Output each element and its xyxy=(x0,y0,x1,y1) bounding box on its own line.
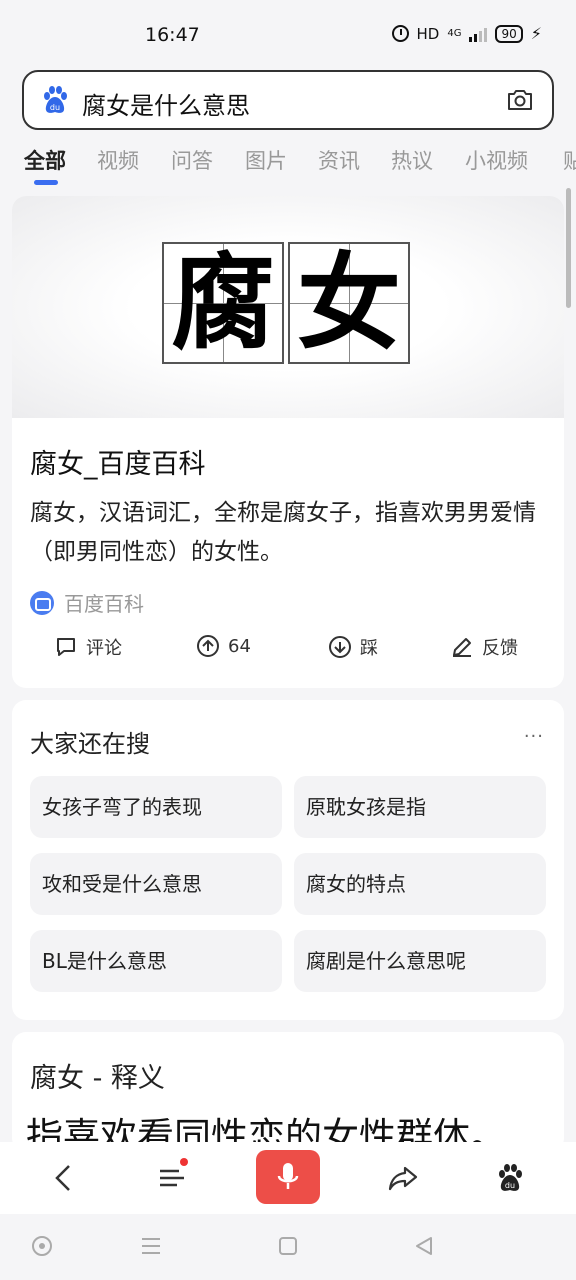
feedback-label: 反馈 xyxy=(482,638,518,659)
hero-char-2: 女 xyxy=(296,242,401,364)
char-box-2: 女 xyxy=(288,242,410,364)
related-title: 大家还在搜 xyxy=(30,730,150,758)
status-time: 16:47 xyxy=(145,24,200,46)
upvote-icon xyxy=(197,635,219,657)
baidu-home-button[interactable]: du xyxy=(488,1156,532,1200)
chevron-left-icon xyxy=(55,1165,70,1191)
back-button[interactable] xyxy=(42,1156,86,1200)
svg-text:du: du xyxy=(505,1181,515,1190)
recents-nav-button[interactable] xyxy=(139,1234,163,1258)
bottom-toolbar: du xyxy=(0,1142,576,1214)
microphone-icon xyxy=(277,1163,299,1189)
baike-card[interactable]: 腐 女 腐女_百度百科 腐女，汉语词汇，全称是腐女子，指喜欢男男爱情（即男同性恋… xyxy=(12,196,564,688)
definition-title: 腐女 - 释义 xyxy=(30,1063,165,1094)
assistant-nav-button[interactable] xyxy=(30,1234,54,1258)
downvote-label: 踩 xyxy=(360,638,378,659)
related-searches-card: 大家还在搜 ··· 女孩子弯了的表现 原耽女孩是指 攻和受是什么意思 腐女的特点… xyxy=(12,700,564,1020)
baike-source[interactable]: 百度百科 xyxy=(30,588,144,617)
tab-qa[interactable]: 问答 xyxy=(171,145,213,175)
definition-card[interactable]: 腐女 - 释义 指喜欢看同性恋的女性群体。 xyxy=(12,1032,564,1152)
hd-label: HD xyxy=(416,24,440,43)
baike-logo-icon xyxy=(30,590,54,615)
voice-search-button[interactable] xyxy=(256,1150,320,1204)
related-item[interactable]: 原耽女孩是指 xyxy=(294,776,546,838)
menu-button[interactable] xyxy=(150,1156,194,1200)
system-nav-bar xyxy=(0,1214,576,1280)
feedback-button[interactable]: 反馈 xyxy=(450,634,518,660)
share-icon xyxy=(388,1166,418,1191)
edit-icon xyxy=(453,638,471,657)
search-query[interactable]: 腐女是什么意思 xyxy=(82,86,250,121)
card-actions: 评论 64 踩 反馈 xyxy=(12,630,564,670)
baidu-paw-icon: du xyxy=(499,1164,522,1191)
share-button[interactable] xyxy=(381,1156,425,1200)
back-nav-button[interactable] xyxy=(412,1234,436,1258)
baike-description: 腐女，汉语词汇，全称是腐女子，指喜欢男男爱情（即男同性恋）的女性。 xyxy=(30,500,536,565)
status-bar: 16:47 HD 4G 90 ⚡ xyxy=(0,0,576,70)
home-nav-button[interactable] xyxy=(276,1234,300,1258)
signal-icon xyxy=(469,26,488,42)
baike-hero-image: 腐 女 xyxy=(12,196,564,418)
assistant-icon xyxy=(32,1236,52,1256)
camera-icon[interactable] xyxy=(506,88,534,112)
related-item[interactable]: BL是什么意思 xyxy=(30,930,282,992)
recents-icon xyxy=(142,1238,160,1254)
comment-icon xyxy=(57,638,75,656)
tab-tieba[interactable]: 贴 xyxy=(563,145,576,175)
tab-video[interactable]: 视频 xyxy=(97,145,139,175)
source-label: 百度百科 xyxy=(64,592,144,616)
back-triangle-icon xyxy=(416,1237,432,1255)
network-label: 4G xyxy=(447,27,462,39)
scrollbar[interactable] xyxy=(566,188,571,308)
tab-news[interactable]: 资讯 xyxy=(318,145,360,175)
menu-icon xyxy=(160,1169,184,1187)
tab-short-video[interactable]: 小视频 xyxy=(465,145,528,175)
status-icons: HD 4G 90 ⚡ xyxy=(391,24,542,43)
downvote-button[interactable]: 踩 xyxy=(328,634,378,660)
result-tabs: 全部 视频 问答 图片 资讯 热议 小视频 贴 xyxy=(0,140,576,190)
battery-icon: 90 xyxy=(495,24,523,43)
downvote-icon xyxy=(329,636,351,658)
notification-dot xyxy=(180,1158,188,1166)
baike-title[interactable]: 腐女_百度百科 xyxy=(30,442,206,481)
search-box[interactable]: du 腐女是什么意思 xyxy=(22,70,554,130)
baidu-paw-icon: du xyxy=(44,86,67,113)
hero-char-1: 腐 xyxy=(170,242,275,364)
upvote-count: 64 xyxy=(228,635,251,657)
related-item[interactable]: 攻和受是什么意思 xyxy=(30,853,282,915)
comment-button[interactable]: 评论 xyxy=(54,634,122,660)
char-box-1: 腐 xyxy=(162,242,284,364)
home-icon xyxy=(279,1237,297,1255)
tab-images[interactable]: 图片 xyxy=(245,145,287,175)
upvote-button[interactable]: 64 xyxy=(196,634,251,658)
alarm-icon xyxy=(391,25,409,42)
more-options-icon[interactable]: ··· xyxy=(524,726,544,747)
svg-text:du: du xyxy=(50,103,60,112)
related-item[interactable]: 腐剧是什么意思呢 xyxy=(294,930,546,992)
comment-label: 评论 xyxy=(86,638,122,659)
tab-all[interactable]: 全部 xyxy=(24,145,66,175)
tab-discussion[interactable]: 热议 xyxy=(391,145,433,175)
charging-icon: ⚡ xyxy=(530,24,542,43)
active-tab-indicator xyxy=(34,180,58,185)
related-item[interactable]: 腐女的特点 xyxy=(294,853,546,915)
related-item[interactable]: 女孩子弯了的表现 xyxy=(30,776,282,838)
